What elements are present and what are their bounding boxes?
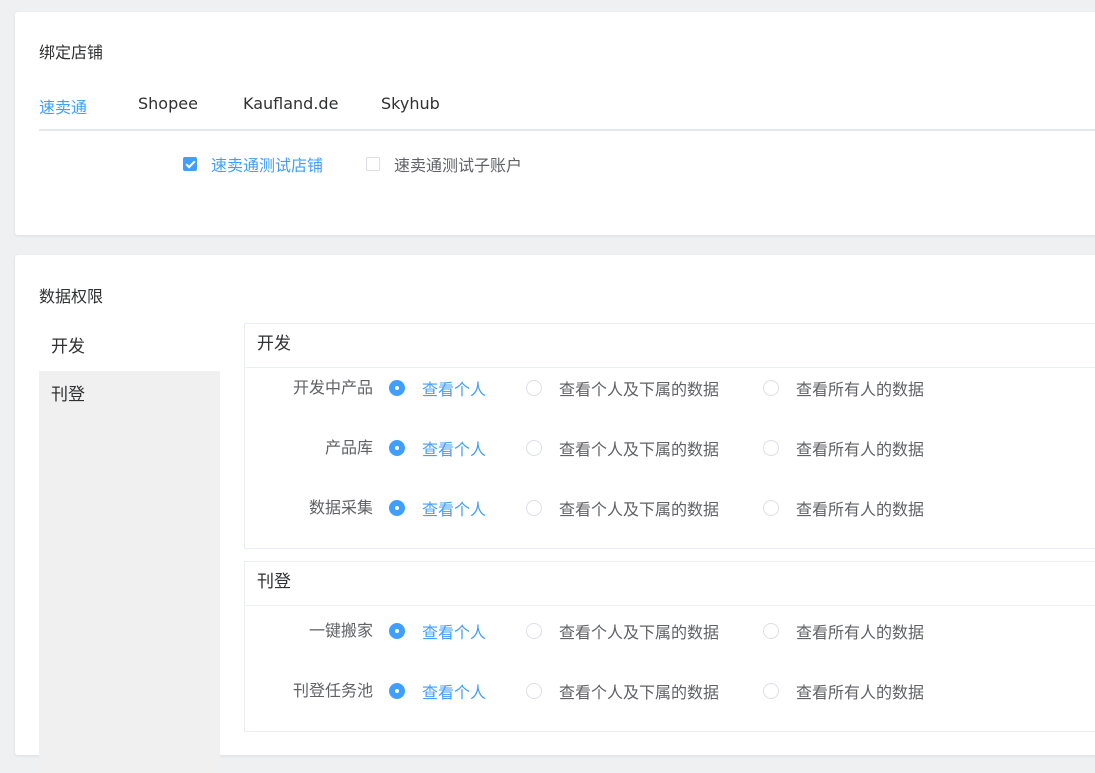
permission-row: 产品库 查看个人 查看个人及下属的数据 查看所有人的数据: [245, 436, 1095, 460]
permission-row-label: 产品库: [324, 438, 373, 457]
permission-row: 一键搬家 查看个人 查看个人及下属的数据 查看所有人的数据: [245, 619, 1095, 643]
section-header: 开发: [245, 324, 1095, 368]
permission-row-label: 刊登任务池: [292, 681, 373, 700]
radio-label: 查看个人: [422, 500, 487, 519]
permission-row: 刊登任务池 查看个人 查看个人及下属的数据 查看所有人的数据: [245, 679, 1095, 703]
radio-selected-icon[interactable]: [389, 380, 405, 396]
radio-view-self-and-subordinates[interactable]: 查看个人及下属的数据: [526, 496, 719, 520]
permission-row: 数据采集 查看个人 查看个人及下属的数据 查看所有人的数据: [245, 496, 1095, 520]
store-checkbox-label: 速卖通测试店铺: [211, 156, 324, 175]
radio-label: 查看个人: [422, 683, 487, 702]
radio-view-self[interactable]: 查看个人: [389, 496, 486, 520]
radio-view-self[interactable]: 查看个人: [389, 376, 486, 400]
radio-unselected-icon[interactable]: [526, 683, 542, 699]
tab-skyhub[interactable]: Skyhub: [381, 94, 440, 113]
radio-label: 查看个人及下属的数据: [559, 500, 720, 519]
side-nav-item-develop[interactable]: 开发: [39, 323, 244, 371]
tab-kaufland[interactable]: Kaufland.de: [243, 94, 338, 113]
store-checkbox-test-subaccount[interactable]: 速卖通测试子账户: [366, 154, 523, 175]
store-checkbox-label: 速卖通测试子账户: [394, 156, 523, 175]
checkbox-checked-icon[interactable]: [183, 157, 197, 171]
radio-unselected-icon[interactable]: [763, 683, 779, 699]
radio-selected-icon[interactable]: [389, 440, 405, 456]
radio-view-all[interactable]: 查看所有人的数据: [763, 436, 924, 460]
permission-row-label: 开发中产品: [292, 378, 373, 397]
radio-label: 查看所有人的数据: [796, 623, 925, 642]
permission-row-label: 一键搬家: [308, 621, 373, 640]
radio-view-self-and-subordinates[interactable]: 查看个人及下属的数据: [526, 436, 719, 460]
radio-label: 查看个人: [422, 380, 487, 399]
section-header: 刊登: [245, 562, 1095, 606]
permission-section-listing: 刊登 一键搬家 查看个人 查看个人及下属的数据 查看所有人的数据 刊登任务池 查…: [244, 561, 1095, 732]
radio-view-self-and-subordinates[interactable]: 查看个人及下属的数据: [526, 376, 719, 400]
side-nav-item-listing[interactable]: 刊登: [39, 371, 244, 419]
radio-view-all[interactable]: 查看所有人的数据: [763, 679, 924, 703]
radio-unselected-icon[interactable]: [763, 380, 779, 396]
tab-aliexpress[interactable]: 速卖通: [39, 94, 87, 118]
radio-view-self[interactable]: 查看个人: [389, 679, 486, 703]
tab-shopee[interactable]: Shopee: [138, 94, 198, 113]
radio-label: 查看个人: [422, 623, 487, 642]
radio-view-all[interactable]: 查看所有人的数据: [763, 619, 924, 643]
checkbox-unchecked-icon[interactable]: [366, 157, 380, 171]
radio-label: 查看个人及下属的数据: [559, 683, 720, 702]
radio-unselected-icon[interactable]: [526, 623, 542, 639]
data-permission-card: 数据权限 开发 刊登 开发 开发中产品 查看个人 查看个人及下属的数据 查看所有…: [15, 255, 1095, 773]
radio-unselected-icon[interactable]: [526, 500, 542, 516]
radio-label: 查看个人及下属的数据: [559, 380, 720, 399]
radio-label: 查看个人及下属的数据: [559, 440, 720, 459]
radio-view-all[interactable]: 查看所有人的数据: [763, 376, 924, 400]
radio-label: 查看个人及下属的数据: [559, 623, 720, 642]
permission-side-nav: 开发 刊登: [39, 323, 244, 773]
radio-selected-icon[interactable]: [389, 623, 405, 639]
radio-label: 查看所有人的数据: [796, 500, 925, 519]
radio-label: 查看个人: [422, 440, 487, 459]
radio-selected-icon[interactable]: [389, 683, 405, 699]
bind-store-title: 绑定店铺: [39, 43, 104, 62]
radio-label: 查看所有人的数据: [796, 683, 925, 702]
radio-unselected-icon[interactable]: [763, 623, 779, 639]
radio-label: 查看所有人的数据: [796, 380, 925, 399]
store-checkbox-test-store[interactable]: 速卖通测试店铺: [183, 154, 324, 175]
radio-selected-icon[interactable]: [389, 500, 405, 516]
radio-view-self[interactable]: 查看个人: [389, 436, 486, 460]
radio-label: 查看所有人的数据: [796, 440, 925, 459]
radio-unselected-icon[interactable]: [526, 440, 542, 456]
data-permission-title: 数据权限: [39, 287, 104, 306]
permission-row: 开发中产品 查看个人 查看个人及下属的数据 查看所有人的数据: [245, 376, 1095, 400]
radio-unselected-icon[interactable]: [526, 380, 542, 396]
radio-view-self[interactable]: 查看个人: [389, 619, 486, 643]
radio-view-self-and-subordinates[interactable]: 查看个人及下属的数据: [526, 619, 719, 643]
permission-section-develop: 开发 开发中产品 查看个人 查看个人及下属的数据 查看所有人的数据 产品库 查看…: [244, 323, 1095, 549]
radio-unselected-icon[interactable]: [763, 440, 779, 456]
platform-tabs: 速卖通 Shopee Kaufland.de Skyhub: [39, 94, 1095, 131]
permission-row-label: 数据采集: [308, 498, 373, 517]
radio-unselected-icon[interactable]: [763, 500, 779, 516]
radio-view-all[interactable]: 查看所有人的数据: [763, 496, 924, 520]
radio-view-self-and-subordinates[interactable]: 查看个人及下属的数据: [526, 679, 719, 703]
bind-store-card: 绑定店铺 速卖通 Shopee Kaufland.de Skyhub 速卖通测试…: [15, 12, 1095, 235]
